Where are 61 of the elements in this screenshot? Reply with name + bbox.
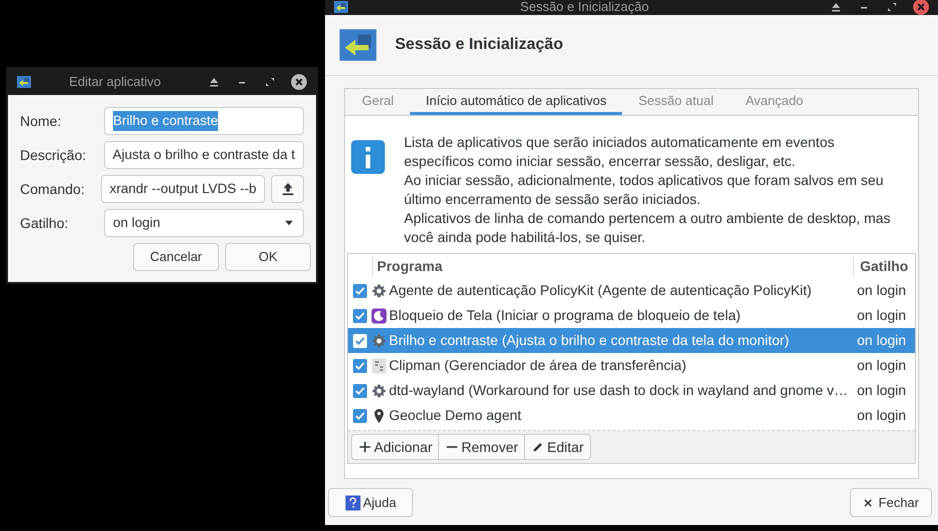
checkbox[interactable] <box>353 408 367 422</box>
field-label: Comando: <box>20 180 86 198</box>
upload-button[interactable] <box>271 175 304 203</box>
list-button[interactable]: Remover <box>438 434 526 460</box>
moon-icon <box>371 308 387 324</box>
checkbox[interactable] <box>353 358 367 372</box>
close-icon <box>862 498 873 508</box>
window-title: Editar aplicativo <box>68 73 162 92</box>
plus-icon <box>358 440 372 454</box>
program-name: dtd-wayland (Workaround for use dash to dock in wayland and gnome v… <box>389 381 849 400</box>
input-field[interactable]: xrandr --output LVDS --b <box>100 175 266 203</box>
clipboard-icon <box>371 358 387 374</box>
gear-icon <box>371 282 387 298</box>
field-label: Gatilho: <box>20 214 70 232</box>
column-header[interactable]: Programa <box>372 256 853 276</box>
table-row[interactable]: Agente de autenticação PolicyKit (Agente de autenticação PolicyKit) on login <box>348 278 915 303</box>
table-row[interactable]: Bloqueio de Tela (Iniciar o programa de bloqueio de tela) on login <box>348 303 915 328</box>
trigger-cell-text: on login <box>856 331 908 350</box>
gear-icon <box>371 332 387 348</box>
list-button[interactable]: Adicionar <box>351 434 440 460</box>
program-name: Brilho e contraste (Ajusta o brilho e contraste da tela do monitor) <box>389 331 790 350</box>
list-button[interactable]: Editar <box>524 434 591 460</box>
close-icon[interactable] <box>290 73 308 91</box>
window-title: Sessão e Inicialização <box>519 0 650 16</box>
info-icon <box>350 139 386 175</box>
app-icon <box>333 0 349 14</box>
app-icon <box>16 74 32 90</box>
trigger-cell-text: on login <box>856 281 908 300</box>
close-button[interactable]: Fechar <box>850 488 932 517</box>
trigger-cell-text: on login <box>856 406 908 425</box>
close-icon[interactable] <box>912 0 930 16</box>
info-paragraph: Ao iniciar sessão, adicionalmente, todos aplicativos que foram salvos em seu último encerramento de sessão serão iniciados. <box>404 171 884 209</box>
table-row[interactable]: dtd-wayland (Workaround for use dash to dock in wayland and gnome v… on login <box>348 378 915 403</box>
dialog-button[interactable]: Cancelar <box>133 243 219 271</box>
trigger-cell-text: on login <box>856 306 908 325</box>
help-button[interactable]: Ajuda <box>328 488 414 517</box>
dialog-button[interactable]: OK <box>225 243 311 271</box>
info-paragraph: Aplicativos de linha de comando pertencem a outro ambiente de desktop, mas você ainda pode habilitá-los, se quiser. <box>404 209 892 247</box>
field-label: Nome: <box>20 112 62 130</box>
help-icon <box>345 494 361 510</box>
upload-icon <box>280 182 295 196</box>
table-row[interactable]: Clipman (Gerenciador de área de transferência) on login <box>348 353 915 378</box>
info-paragraph: Lista de aplicativos que serão iniciados automaticamente em eventos específicos como iniciar sessão, encerrar sessão, desligar, etc. <box>404 133 836 171</box>
page-heading: Sessão e Inicialização <box>395 35 564 55</box>
table-row[interactable]: Geoclue Demo agent on login <box>348 403 915 428</box>
program-name: Clipman (Gerenciador de área de transferência) <box>389 356 688 375</box>
trigger-cell-text: on login <box>856 356 908 375</box>
column-header[interactable]: Gatilho <box>853 256 915 276</box>
program-name: Bloqueio de Tela (Iniciar o programa de bloqueio de tela) <box>389 306 742 325</box>
dropdown[interactable]: on login <box>104 209 304 237</box>
input-field[interactable]: Ajusta o brilho e contraste da t <box>104 141 304 169</box>
trigger-cell-text: on login <box>856 381 908 400</box>
checkbox[interactable] <box>353 334 367 348</box>
checkbox[interactable] <box>353 284 367 298</box>
field-label: Descrição: <box>20 146 88 165</box>
gear-icon <box>371 382 387 398</box>
tab[interactable]: Início automático de aplicativos <box>410 89 622 115</box>
program-name: Agente de autenticação PolicyKit (Agente de autenticação PolicyKit) <box>389 281 813 300</box>
program-name: Geoclue Demo agent <box>389 406 522 425</box>
checkbox[interactable] <box>353 384 367 398</box>
checkbox[interactable] <box>353 308 367 322</box>
